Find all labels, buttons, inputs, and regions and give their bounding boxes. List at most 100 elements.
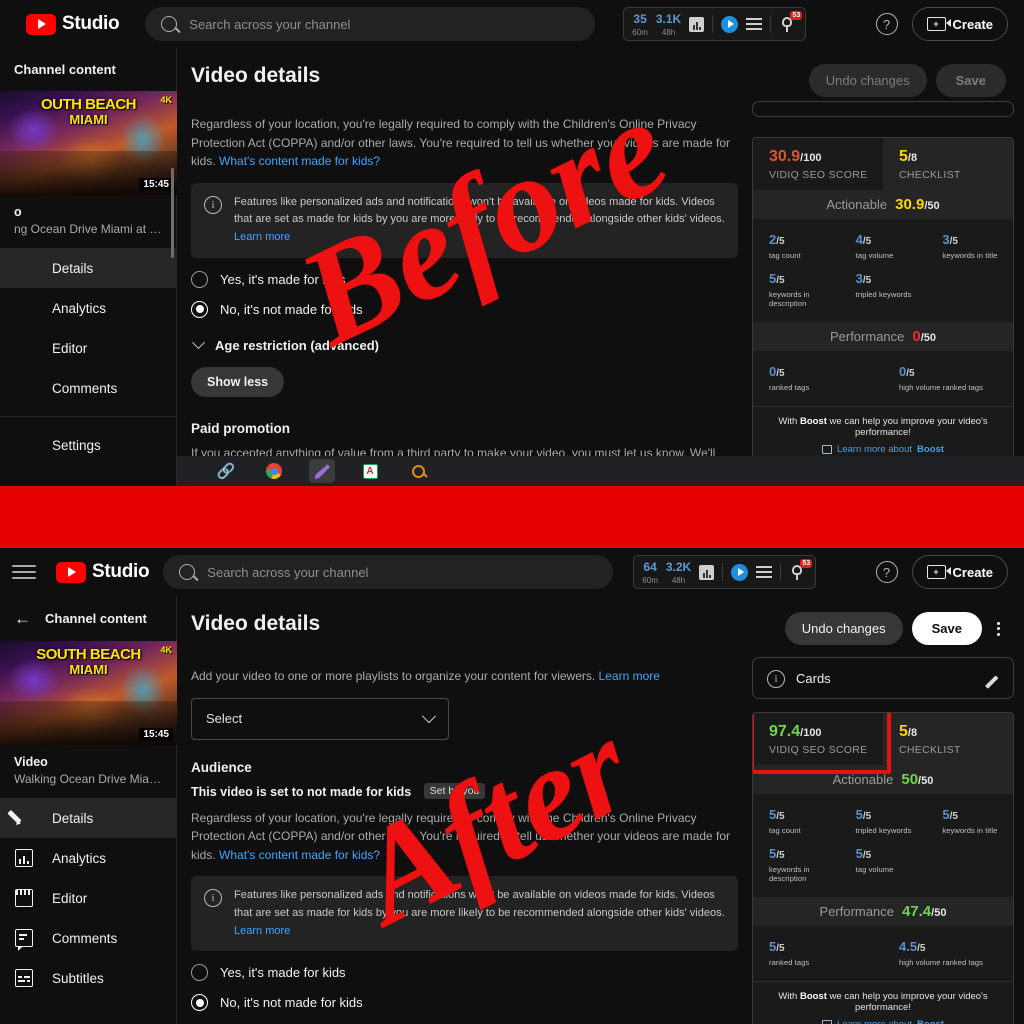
save-button[interactable]: Save xyxy=(935,64,1006,97)
before-main-header: Video details Undo changes Save xyxy=(177,48,1024,97)
vidiq-subs-label: 48h xyxy=(671,576,686,585)
page-title: Video details xyxy=(191,612,321,635)
vidiq-subs-value: 3.2K xyxy=(665,560,692,574)
menu-icon[interactable] xyxy=(12,560,36,584)
radio-made-for-kids-yes[interactable]: Yes, it's made for kids xyxy=(191,270,738,288)
boost-text-b: Boost xyxy=(799,991,827,1002)
radio-made-for-kids-no[interactable]: No, it's not made for kids xyxy=(191,994,738,1012)
seo-score-cell[interactable]: 30.9/100 VIDIQ SEO SCORE xyxy=(753,138,883,190)
feather-icon[interactable] xyxy=(309,459,335,483)
video-thumbnail[interactable]: OUTH BEACH MIAMI 4K 15:45 xyxy=(0,91,177,195)
cards-box-partial[interactable] xyxy=(752,101,1014,117)
page-title: Video details xyxy=(191,64,321,87)
sidebar-item-analytics[interactable]: Analytics xyxy=(0,288,176,328)
vidiq-bars-icon[interactable] xyxy=(689,16,705,32)
notice-link[interactable]: Learn more xyxy=(234,925,290,937)
radio-label: No, it's not made for kids xyxy=(220,995,363,1011)
metric-label: keywords in description xyxy=(769,290,810,308)
sidebar-item-settings[interactable]: Settings xyxy=(0,425,176,465)
thumbnail-title-line2: MIAMI xyxy=(69,112,108,127)
sidebar-item-editor[interactable]: Editor xyxy=(0,878,176,918)
comparison-screenshot: Studio Search across your channel 35 60m… xyxy=(0,0,1024,1024)
metric-denominator: /5 xyxy=(906,368,915,379)
before-body: Channel content OUTH BEACH MIAMI 4K 15:4… xyxy=(0,48,1024,486)
metric-row: 5/5 ranked tags 4.5/5 high volume ranked… xyxy=(753,935,1013,974)
save-button[interactable]: Save xyxy=(911,612,982,645)
vidiq-toolbar[interactable]: 35 60m 3.1K 48h 53 xyxy=(623,7,807,41)
link-icon[interactable]: 🔗 xyxy=(213,459,239,483)
vidiq-play-icon[interactable] xyxy=(731,563,749,581)
sidebar-item-subtitles[interactable]: Subtitles xyxy=(0,958,176,998)
playlist-link[interactable]: Learn more xyxy=(599,669,660,683)
video-camera-icon: + xyxy=(926,565,951,579)
seo-checklist-cell[interactable]: 5/8 CHECKLIST xyxy=(883,713,1013,765)
sidebar-item-comments[interactable]: Comments xyxy=(0,918,176,958)
breadcrumb[interactable]: ← Channel content xyxy=(0,610,176,641)
vidiq-notifications-icon[interactable]: 53 xyxy=(789,559,813,581)
sidebar-item-details[interactable]: Details xyxy=(0,248,176,288)
studio-logo[interactable]: Studio xyxy=(26,13,120,35)
more-options-icon[interactable] xyxy=(991,621,1006,636)
sidebar-item-comments[interactable]: Comments xyxy=(0,368,176,408)
studio-logo[interactable]: Studio xyxy=(56,561,150,583)
performance-metrics: 5/5 ranked tags 4.5/5 high volume ranked… xyxy=(753,926,1013,981)
cards-box[interactable]: i Cards xyxy=(752,657,1014,699)
boost-learn-more-link[interactable]: Learn more about Boost xyxy=(763,1019,1003,1024)
radio-made-for-kids-no[interactable]: No, it's not made for kids xyxy=(191,300,738,318)
duration-badge: 15:45 xyxy=(139,178,173,191)
magnifier-icon[interactable] xyxy=(405,459,431,483)
boost-tagline: With Boost we can help you improve your … xyxy=(763,991,1003,1013)
info-icon: i xyxy=(204,195,222,214)
breadcrumb[interactable]: Channel content xyxy=(0,62,176,91)
boost-learn-more-link[interactable]: Learn more about Boost xyxy=(763,444,1003,455)
pencil-icon xyxy=(15,809,33,827)
search-input[interactable]: Search across your channel xyxy=(145,7,596,41)
metric-high-volume-ranked-tags: 4.5/5 high volume ranked tags xyxy=(883,935,1013,974)
create-button[interactable]: + Create xyxy=(911,7,1008,41)
seo-checklist-cell[interactable]: 5/8 CHECKLIST xyxy=(883,138,1013,190)
metric-value: 5 xyxy=(855,846,863,861)
resolution-badge: 4K xyxy=(160,645,172,655)
help-icon[interactable]: ? xyxy=(875,13,898,35)
actionable-label: Actionable xyxy=(826,197,888,212)
help-icon[interactable]: ? xyxy=(875,561,898,583)
metric-denominator: /5 xyxy=(917,943,926,954)
audience-status-row: This video is set to not made for kids S… xyxy=(191,783,738,801)
video-thumbnail[interactable]: SOUTH BEACH MIAMI 4K 15:45 xyxy=(0,641,177,745)
boost-learn-b: Boost xyxy=(917,1019,944,1024)
acrobat-icon[interactable]: A xyxy=(357,459,383,483)
metric-label: keywords in title xyxy=(942,251,998,260)
vidiq-notifications-icon[interactable]: 53 xyxy=(779,11,803,33)
vidiq-bars-icon[interactable] xyxy=(699,564,715,580)
vidiq-play-icon[interactable] xyxy=(721,15,739,33)
sidebar-scrollbar[interactable] xyxy=(171,168,174,258)
sidebar-item-editor[interactable]: Editor xyxy=(0,328,176,368)
vidiq-toolbar[interactable]: 64 60m 3.2K 48h 53 xyxy=(633,555,817,589)
after-form-column: Add your video to one or more playlists … xyxy=(191,657,752,1024)
coppa-link[interactable]: What's content made for kids? xyxy=(219,154,380,168)
vidiq-subs-value: 3.1K xyxy=(655,12,682,26)
back-arrow-icon[interactable]: ← xyxy=(14,610,31,627)
show-less-button[interactable]: Show less xyxy=(191,366,285,397)
vidiq-menu-icon[interactable] xyxy=(746,18,763,30)
before-seo-column: 30.9/100 VIDIQ SEO SCORE 5/8 CHECKLIST A… xyxy=(752,101,1014,486)
seo-score-cell[interactable]: 97.4/100 VIDIQ SEO SCORE xyxy=(753,713,883,765)
sidebar-item-analytics[interactable]: Analytics xyxy=(0,838,176,878)
radio-made-for-kids-yes[interactable]: Yes, it's made for kids xyxy=(191,964,738,982)
playlist-select[interactable]: Select xyxy=(191,697,449,740)
video-camera-icon: + xyxy=(926,17,951,31)
age-restriction-toggle[interactable]: Age restriction (advanced) xyxy=(191,335,738,353)
undo-changes-button[interactable]: Undo changes xyxy=(808,64,927,97)
search-input[interactable]: Search across your channel xyxy=(163,555,614,589)
sidebar-item-details[interactable]: Details xyxy=(0,798,176,838)
search-placeholder: Search across your channel xyxy=(189,16,351,32)
info-icon: i xyxy=(767,670,785,688)
coppa-link[interactable]: What's content made for kids? xyxy=(219,848,380,862)
notice-link[interactable]: Learn more xyxy=(234,231,290,243)
chrome-icon[interactable] xyxy=(261,459,287,483)
vidiq-menu-icon[interactable] xyxy=(756,566,773,578)
create-button[interactable]: + Create xyxy=(911,555,1008,589)
undo-changes-button[interactable]: Undo changes xyxy=(784,612,903,645)
divider xyxy=(0,416,176,417)
edit-pencil-icon[interactable] xyxy=(983,670,999,686)
